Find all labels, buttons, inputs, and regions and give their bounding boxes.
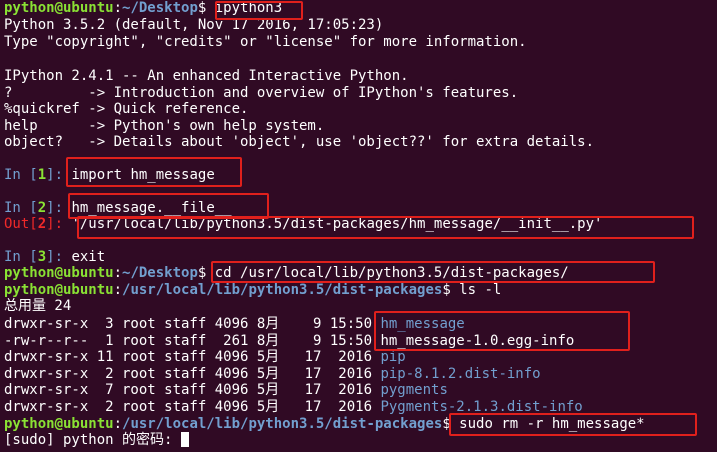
prompt-user-host: python@ubuntu [4, 0, 114, 16]
command-text: cd /usr/local/lib/python3.5/dist-package… [214, 265, 569, 281]
ls-entry-name: hm_message [380, 316, 465, 332]
output-value: '/usr/local/lib/python3.5/dist-packages/… [71, 216, 603, 232]
output-line: Type "copyright", "credits" or "license"… [4, 34, 527, 50]
output-line: IPython 2.4.1 -- An enhanced Interactive… [4, 68, 409, 84]
shell-prompt-line: python@ubuntu:~/Desktop$ cd /usr/local/l… [4, 265, 569, 281]
output-line: 总用量 24 [4, 298, 72, 314]
input-code: hm_message.__file__ [71, 200, 232, 216]
ls-row: -rw-r--r-- 1 root staff 261 8月 9 15:50 h… [4, 333, 575, 349]
ls-row: drwxr-sr-x 11 root staff 4096 5月 17 2016… [4, 349, 406, 365]
sudo-password-prompt[interactable]: [sudo] python 的密码: [4, 432, 189, 449]
shell-prompt-line: python@ubuntu:~/Desktop$ ipython3 [4, 0, 283, 16]
output-line: object? -> Details about 'object', use '… [4, 134, 595, 150]
ls-entry-name: pip-8.1.2.dist-info [380, 366, 541, 382]
ipython-input-line: In [2]: hm_message.__file__ [4, 200, 232, 216]
command-text: ls -l [459, 282, 502, 298]
input-code: import hm_message [71, 167, 215, 183]
output-line: %quickref -> Quick reference. [4, 101, 249, 117]
output-line: help -> Python's own help system. [4, 118, 325, 134]
ipython-input-line: In [1]: import hm_message [4, 167, 215, 183]
command-text: sudo rm -r hm_message* [459, 416, 645, 432]
output-line: Python 3.5.2 (default, Nov 17 2016, 17:0… [4, 17, 384, 33]
output-line: ? -> Introduction and overview of IPytho… [4, 85, 519, 101]
ls-entry-name: Pygments-2.1.3.dist-info [380, 399, 583, 415]
shell-prompt-line: python@ubuntu:/usr/local/lib/python3.5/d… [4, 282, 502, 298]
text-cursor [180, 432, 189, 447]
input-code: exit [71, 249, 106, 265]
ipython-output-line: Out[2]: '/usr/local/lib/python3.5/dist-p… [4, 216, 603, 232]
terminal-window[interactable]: python@ubuntu:~/Desktop$ ipython3 Python… [0, 0, 717, 452]
ls-row: drwxr-sr-x 3 root staff 4096 8月 9 15:50 … [4, 316, 465, 332]
ls-row: drwxr-sr-x 7 root staff 4096 5月 17 2016 … [4, 382, 448, 398]
ls-entry-name: hm_message-1.0.egg-info [380, 333, 575, 349]
ls-row: drwxr-sr-x 2 root staff 4096 5月 17 2016 … [4, 366, 541, 382]
ipython-input-line: In [3]: exit [4, 249, 106, 265]
prompt-path: ~/Desktop [122, 0, 198, 16]
ls-entry-name: pygments [380, 382, 448, 398]
ls-entry-name: pip [380, 349, 406, 365]
shell-prompt-line: python@ubuntu:/usr/local/lib/python3.5/d… [4, 416, 645, 432]
command-text: ipython3 [214, 0, 283, 16]
ls-row: drwxr-sr-x 2 root staff 4096 5月 17 2016 … [4, 399, 583, 415]
